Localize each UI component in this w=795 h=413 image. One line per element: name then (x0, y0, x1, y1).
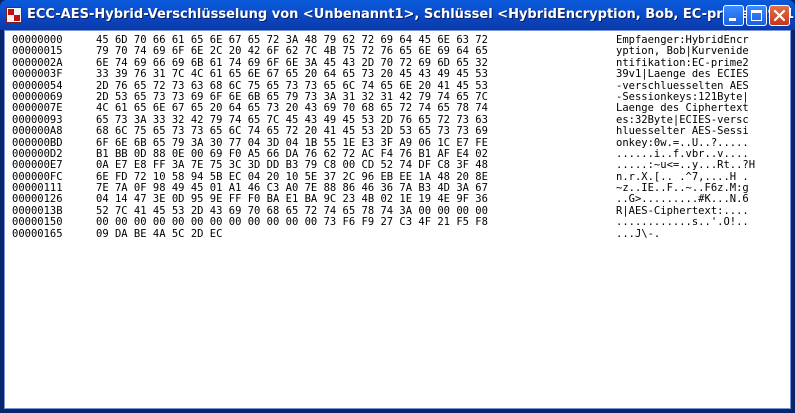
hex-address: 00000165 (12, 227, 63, 240)
hex-ascii: .....:~u<=..y...Rt..?H (616, 159, 756, 172)
close-icon (773, 9, 786, 22)
hex-address: 000000E7 (12, 159, 63, 172)
hex-ascii: 39v1|Laenge des ECIES (616, 68, 749, 81)
maximize-button[interactable] (746, 5, 767, 26)
hex-row: 00000150 00 00 00 00 00 00 00 00 00 00 00… (12, 216, 755, 229)
hexdump: 00000000 45 6D 70 66 61 65 6E 67 65 72 3A… (12, 34, 756, 240)
minimize-icon (729, 18, 736, 21)
hex-row: 0000003F 33 39 76 31 7C 4C 61 65 6E 67 65… (12, 68, 755, 81)
hex-ascii: hluesselter AES-Sessi (616, 125, 749, 138)
app-window: ECC-AES-Hybrid-Verschlüsselung von <Unbe… (0, 0, 795, 413)
hex-bytes: 09 DA BE 4A 5C 2D EC (96, 227, 223, 240)
hex-address: 000000A8 (12, 125, 63, 138)
hex-ascii: ...J\-. (616, 227, 661, 240)
hex-row: 000000A8 68 6C 75 65 73 73 65 6C 74 65 72… (12, 125, 755, 138)
hex-ascii: ............s..'.O!.. (616, 216, 749, 229)
app-icon[interactable] (6, 7, 22, 23)
title-bar[interactable]: ECC-AES-Hybrid-Verschlüsselung von <Unbe… (0, 0, 795, 30)
minimize-button[interactable] (723, 5, 744, 26)
close-button[interactable] (769, 5, 790, 26)
hex-bytes: 0A E7 E8 FF 3A 7E 75 3C 3D DD B3 79 C8 0… (96, 159, 488, 172)
window-title: ECC-AES-Hybrid-Verschlüsselung von <Unbe… (27, 7, 795, 22)
hex-bytes: 68 6C 75 65 73 73 65 6C 74 65 72 20 41 4… (96, 125, 488, 138)
hex-address: 00000150 (12, 216, 63, 229)
hex-row: 00000165 09 DA BE 4A 5C 2D EC ...J\-. (12, 227, 755, 240)
maximize-icon (751, 10, 762, 21)
hex-address: 0000003F (12, 68, 63, 81)
hex-view[interactable]: 00000000 45 6D 70 66 61 65 6E 67 65 72 3A… (4, 30, 791, 409)
hex-bytes: 00 00 00 00 00 00 00 00 00 00 00 00 73 F… (96, 216, 488, 229)
hex-bytes: 33 39 76 31 7C 4C 61 65 6E 67 65 20 64 6… (96, 68, 488, 81)
hex-row: 000000E7 0A E7 E8 FF 3A 7E 75 3C 3D DD B3… (12, 159, 756, 172)
